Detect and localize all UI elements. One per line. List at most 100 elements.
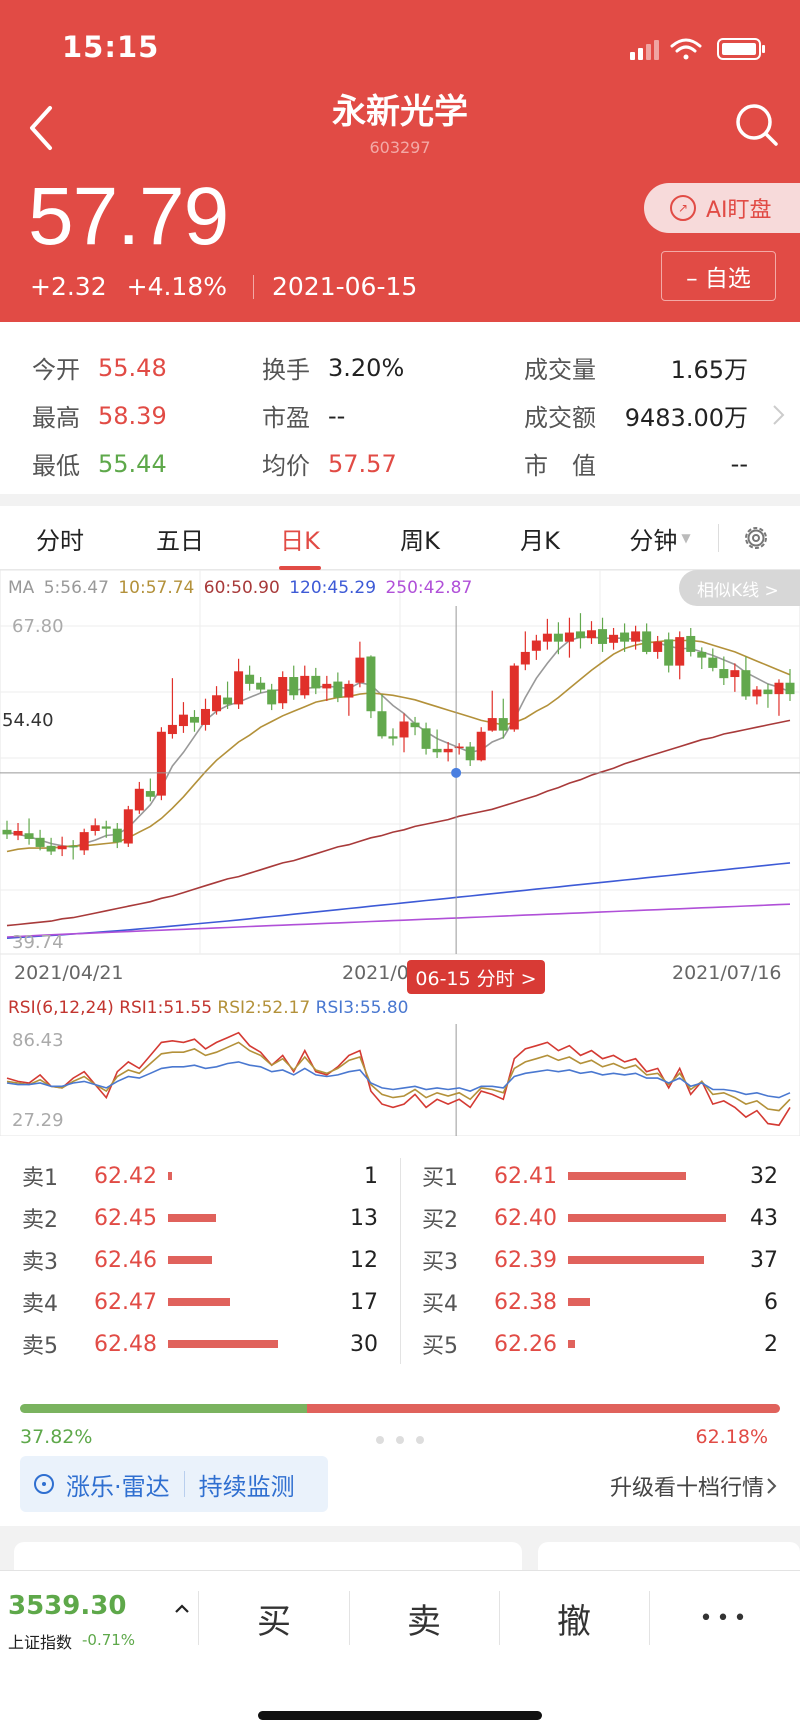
- bid-row[interactable]: 买1 62.41 32: [422, 1156, 778, 1196]
- info-cards: [0, 1526, 800, 1582]
- ask-quantity: 30: [350, 1331, 378, 1357]
- ask-row[interactable]: 卖3 62.46 12: [22, 1240, 378, 1280]
- ai-watch-button[interactable]: ↗ AI盯盘: [644, 183, 800, 233]
- tab-weekly-k[interactable]: 周K: [380, 506, 460, 570]
- candle-body: [189, 716, 199, 723]
- ask-level-label: 卖5: [22, 1334, 58, 1359]
- ma60-legend: 60:50.90: [203, 578, 280, 598]
- chevron-right-icon: [767, 1478, 777, 1494]
- candle-body: [432, 748, 442, 753]
- bid-row[interactable]: 买3 62.39 37: [422, 1240, 778, 1280]
- candle-body: [234, 671, 244, 705]
- remove-watchlist-button[interactable]: – 自选: [661, 251, 776, 301]
- ask-quantity: 1: [364, 1163, 378, 1189]
- stock-header: 15:15 永新光学 603297 57.79 +2.32 +4.18% 202…: [0, 0, 800, 322]
- tab-monthly-k[interactable]: 月K: [500, 506, 580, 570]
- candle-body: [487, 718, 497, 731]
- rsi1-legend: RSI1:51.55: [119, 998, 213, 1018]
- ask-volume-bar: [168, 1340, 279, 1348]
- candle-body: [719, 669, 729, 679]
- candle-body: [24, 833, 34, 839]
- index-value[interactable]: 3539.30: [8, 1591, 126, 1621]
- tab-intraday[interactable]: 分时: [20, 506, 100, 570]
- tab-five-day[interactable]: 五日: [140, 506, 220, 570]
- ask-row[interactable]: 卖2 62.45 13: [22, 1198, 378, 1238]
- candle-body: [531, 640, 541, 651]
- candle-body: [465, 746, 475, 761]
- bid-volume-bar: [568, 1340, 576, 1348]
- candle-body: [355, 657, 365, 683]
- stat-volume: 成交量 1.65万: [524, 356, 748, 384]
- bid-row[interactable]: 买4 62.38 6: [422, 1282, 778, 1322]
- page-dot: [396, 1436, 404, 1444]
- candle-body: [609, 634, 619, 643]
- y-axis-top-label: 67.80: [12, 616, 64, 637]
- stat-amount: 成交额 9483.00万: [524, 404, 748, 432]
- monitor-label: 持续监测: [198, 1472, 295, 1501]
- tab-minute[interactable]: 分钟 ▼: [612, 506, 708, 570]
- candle-body: [564, 632, 574, 642]
- bid-quantity: 43: [750, 1205, 778, 1231]
- candle-body: [278, 677, 288, 704]
- ma10-legend: 10:57.74: [118, 578, 195, 598]
- stat-low: 最低 55.44: [32, 449, 167, 481]
- quote-date: 2021-06-15: [272, 272, 418, 301]
- candle-body: [245, 674, 255, 684]
- search-icon[interactable]: [732, 100, 782, 150]
- tab-daily-k[interactable]: 日K: [260, 506, 340, 570]
- bid-level-label: 买3: [422, 1250, 458, 1275]
- crosshair-dot: [451, 767, 462, 778]
- x-axis-start-date: 2021/04/21: [14, 962, 124, 984]
- ask-volume-bar: [168, 1256, 213, 1264]
- buy-ratio-fill: [307, 1404, 780, 1413]
- ask-price: 62.48: [94, 1331, 157, 1357]
- bid-volume-bar: [568, 1172, 686, 1180]
- radar-monitor-button[interactable]: 涨乐·雷达 持续监测: [20, 1456, 328, 1512]
- similar-kline-button[interactable]: 相似K线 >: [679, 570, 800, 606]
- candle-body: [520, 651, 530, 665]
- bid-level-label: 买5: [422, 1334, 458, 1359]
- ask-volume-bar: [168, 1172, 172, 1180]
- bid-quantity: 2: [764, 1331, 778, 1357]
- caret-down-icon: ▼: [681, 531, 691, 545]
- sell-button[interactable]: 卖: [350, 1585, 498, 1651]
- bid-row[interactable]: 买2 62.40 43: [422, 1198, 778, 1238]
- candle-body: [509, 665, 519, 730]
- order-book: 卖1 62.42 1 卖2 62.45 13 卖3 62.46 12 卖4 62.47 17 卖5 62.…: [0, 1136, 800, 1526]
- candle-body: [256, 682, 266, 690]
- ask-row[interactable]: 卖1 62.42 1: [22, 1156, 378, 1196]
- chevron-right-icon[interactable]: [770, 400, 788, 430]
- candle-body: [178, 714, 188, 727]
- candle-body: [741, 670, 751, 697]
- candle-body: [631, 631, 641, 642]
- bid-level-label: 买2: [422, 1208, 458, 1233]
- ask-row[interactable]: 卖4 62.47 17: [22, 1282, 378, 1322]
- candle-body: [675, 637, 685, 666]
- crosshair-date-tag[interactable]: 06-15 分时 >: [407, 960, 545, 994]
- candle-body: [542, 633, 552, 642]
- rsi-bottom-label: 27.29: [12, 1110, 64, 1131]
- upgrade-level10-link[interactable]: 升级看十档行情: [610, 1470, 780, 1502]
- candle-body: [653, 641, 663, 652]
- x-axis-end-date: 2021/07/16: [672, 962, 782, 984]
- gear-icon[interactable]: [740, 522, 772, 554]
- candle-body: [388, 736, 398, 739]
- ask-price: 62.42: [94, 1163, 157, 1189]
- cancel-order-button[interactable]: 撤: [500, 1585, 648, 1651]
- ma5-legend: 5:56.47: [43, 578, 109, 598]
- ask-price: 62.47: [94, 1289, 157, 1315]
- bid-row[interactable]: 买5 62.26 2: [422, 1324, 778, 1364]
- rsi2-legend: RSI2:52.17: [217, 998, 311, 1018]
- kline-chart[interactable]: [0, 570, 800, 1136]
- ask-level-label: 卖4: [22, 1292, 58, 1317]
- divider: [400, 1158, 401, 1364]
- more-button[interactable]: •••: [650, 1585, 800, 1651]
- radar-label: 涨乐·雷达: [66, 1472, 170, 1501]
- ask-row[interactable]: 卖5 62.48 30: [22, 1324, 378, 1364]
- ask-volume-bar: [168, 1214, 216, 1222]
- ma-legend: MA 5:56.47 10:57.74 60:50.90 120:45.29 2…: [8, 578, 476, 598]
- candle-body: [57, 845, 67, 850]
- buy-button[interactable]: 买: [200, 1585, 348, 1651]
- candle-body: [785, 682, 795, 695]
- caret-up-icon[interactable]: [172, 1599, 192, 1619]
